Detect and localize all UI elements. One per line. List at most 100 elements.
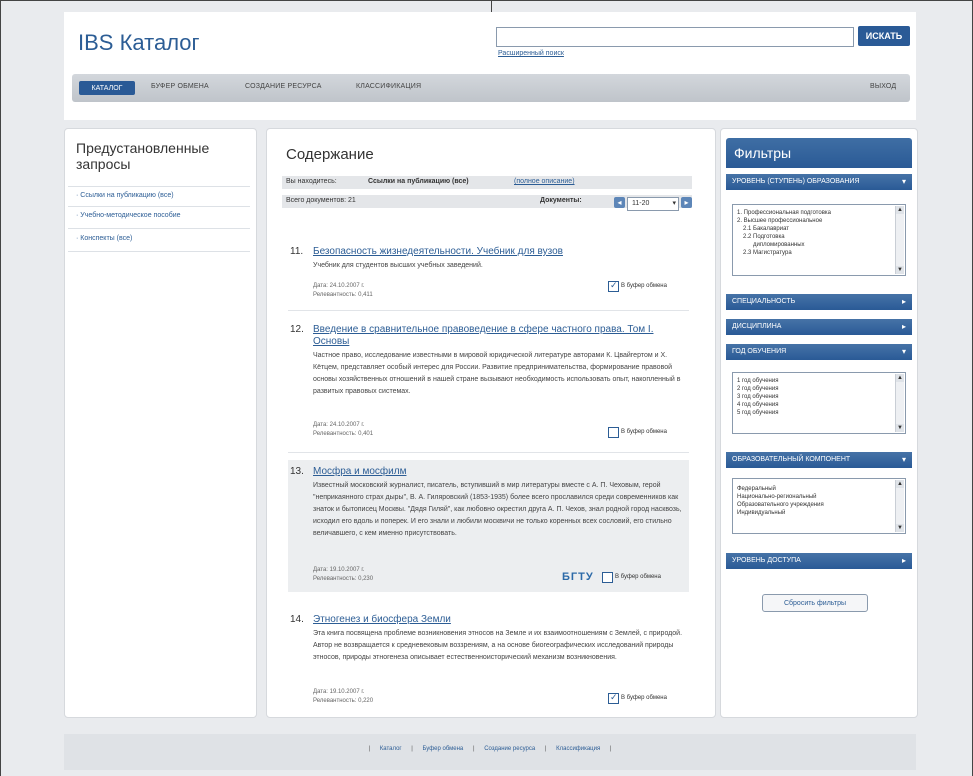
advanced-search-link[interactable]: Расширенный поиск	[498, 50, 564, 57]
facet-education-level[interactable]: УРОВЕНЬ (СТУПЕНЬ) ОБРАЗОВАНИЯ ▾	[726, 174, 912, 190]
item-description: Эта книга посвящена проблеме возникновен…	[313, 630, 683, 661]
clipboard-checkbox[interactable]: ✓	[608, 280, 619, 292]
page-range-select[interactable]: 11-20 ▾	[627, 197, 679, 211]
preset-query-item[interactable]: · Ссылки на публикацию (все)	[76, 192, 174, 199]
item-title-link[interactable]: Безопасность жизнедеятельности. Учебник …	[313, 246, 563, 258]
facet-education-level-list[interactable]: 1. Профессиональная подготовка 2. Высшее…	[732, 204, 906, 276]
scroll-down-icon[interactable]: ▼	[896, 524, 904, 532]
prev-page-button[interactable]: ◂	[614, 197, 625, 208]
item-title-link[interactable]: Этногенез и биосфера Земли	[313, 614, 451, 626]
facet-label: УРОВЕНЬ (СТУПЕНЬ) ОБРАЗОВАНИЯ	[732, 178, 860, 185]
facet-option[interactable]: 2.2 Подготовка	[743, 234, 785, 241]
preset-query-item[interactable]: · Учебно-методическое пособие	[76, 212, 181, 219]
docs-label: Документы:	[540, 197, 582, 204]
search-button[interactable]: ИСКАТЬ	[858, 26, 910, 46]
scrollbar[interactable]: ▲ ▼	[895, 206, 904, 274]
facet-option[interactable]: 2.1 Бакалавриат	[743, 226, 789, 233]
separator: |	[544, 746, 547, 752]
facet-option[interactable]: 2.3 Магистратура	[743, 250, 792, 257]
chevron-right-icon: ▸	[901, 297, 906, 306]
scroll-up-icon[interactable]: ▲	[896, 480, 904, 488]
clipboard-checkbox[interactable]	[608, 427, 619, 438]
reset-filters-button[interactable]: Сбросить фильтры	[762, 594, 868, 612]
chevron-down-icon: ▾	[901, 455, 906, 464]
item-number: 12.	[290, 324, 304, 335]
preset-query-label[interactable]: Ссылки на публикацию (все)	[80, 192, 173, 199]
scroll-up-icon[interactable]: ▲	[896, 206, 904, 214]
footer-link-catalog[interactable]: Каталог	[380, 746, 402, 752]
filter-label: Вы находитесь:	[286, 178, 337, 185]
scrollbar[interactable]: ▲ ▼	[895, 374, 904, 432]
item-relevance: Релевантность: 0,411	[313, 292, 373, 298]
footer-link-create-resource[interactable]: Создание ресурса	[484, 746, 535, 752]
chevron-right-icon: ▸	[901, 322, 906, 331]
facet-study-year-list[interactable]: 1 год обучения 2 год обучения 3 год обуч…	[732, 372, 906, 434]
total-count: Всего документов: 21	[286, 197, 356, 204]
facet-label: УРОВЕНЬ ДОСТУПА	[732, 557, 801, 564]
facet-option[interactable]: Образовательного учреждения	[737, 502, 824, 509]
separator: |	[411, 746, 413, 752]
item-title-link[interactable]: Введение в сравнительное правоведение в …	[313, 324, 673, 348]
preset-query-item[interactable]: · Конспекты (все)	[76, 235, 132, 242]
logout-link[interactable]: ВЫХОД	[870, 83, 896, 90]
facet-option[interactable]: дипломированных	[753, 242, 805, 249]
divider	[68, 186, 250, 187]
search-input[interactable]	[496, 27, 854, 47]
facet-label: ДИСЦИПЛИНА	[732, 323, 782, 330]
footer-link-classification[interactable]: Классификация	[556, 746, 600, 752]
facet-option[interactable]: 5 год обучения	[737, 410, 778, 417]
chevron-right-icon: ▸	[901, 556, 906, 565]
item-description: Частное право, исследование известными в…	[313, 352, 681, 395]
nav-item-classification[interactable]: КЛАССИФИКАЦИЯ	[356, 83, 421, 90]
clipboard-label: В буфер обмена	[615, 574, 661, 580]
nav-item-clipboard[interactable]: БУФЕР ОБМЕНА	[151, 83, 209, 90]
next-page-button[interactable]: ▸	[681, 197, 692, 208]
facet-label: ГОД ОБУЧЕНИЯ	[732, 348, 787, 355]
footer-link-clipboard[interactable]: Буфер обмена	[423, 746, 464, 752]
clipboard-label: В буфер обмена	[621, 429, 667, 435]
facet-option[interactable]: 1 год обучения	[737, 378, 778, 385]
scroll-up-icon[interactable]: ▲	[896, 374, 904, 382]
item-date: Дата: 19.10.2007 г.	[313, 567, 365, 573]
facet-label: ОБРАЗОВАТЕЛЬНЫЙ КОМПОНЕНТ	[732, 456, 851, 463]
item-description: Учебник для студентов высших учебных зав…	[313, 262, 483, 269]
separator: |	[609, 746, 612, 752]
facet-option[interactable]: Федеральный	[737, 486, 776, 493]
facet-option[interactable]: Национально-региональный	[737, 494, 817, 501]
item-relevance: Релевантность: 0,230	[313, 576, 374, 582]
item-number: 14.	[290, 614, 304, 625]
facet-option[interactable]: 2 год обучения	[737, 386, 778, 393]
facet-discipline[interactable]: ДИСЦИПЛИНА ▸	[726, 319, 912, 335]
clipboard-checkbox[interactable]: ✓	[608, 692, 619, 704]
facet-educational-component[interactable]: ОБРАЗОВАТЕЛЬНЫЙ КОМПОНЕНТ ▾	[726, 452, 912, 468]
separator: |	[368, 746, 371, 752]
preset-query-label[interactable]: Конспекты (все)	[80, 235, 132, 242]
check-icon: ✓	[610, 692, 618, 702]
facet-option[interactable]: Индивидуальный	[737, 510, 785, 517]
nav-item-catalog[interactable]: КАТАЛОГ	[79, 81, 135, 95]
preset-queries-title: Предустановленные запросы	[76, 140, 210, 172]
facet-option[interactable]: 4 год обучения	[737, 402, 778, 409]
nav-item-create-resource[interactable]: СОЗДАНИЕ РЕСУРСА	[245, 83, 322, 90]
preset-query-label[interactable]: Учебно-методическое пособие	[80, 212, 180, 219]
facet-option[interactable]: 1. Профессиональная подготовка	[737, 210, 831, 217]
item-title-link[interactable]: Мосфра и мосфилм	[313, 466, 406, 478]
facet-study-year[interactable]: ГОД ОБУЧЕНИЯ ▾	[726, 344, 912, 360]
divider	[68, 206, 250, 207]
facet-access-level[interactable]: УРОВЕНЬ ДОСТУПА ▸	[726, 553, 912, 569]
item-number: 13.	[290, 466, 304, 477]
scroll-down-icon[interactable]: ▼	[896, 266, 904, 274]
facet-option[interactable]: 2. Высшее профессиональное	[737, 218, 822, 225]
filter-value: Ссылки на публикацию (все)	[368, 178, 469, 185]
filter-details-link[interactable]: (полное описание)	[514, 178, 575, 185]
facet-educational-component-list[interactable]: Федеральный Национально-региональный Обр…	[732, 478, 906, 534]
clipboard-checkbox[interactable]	[602, 572, 613, 583]
logo[interactable]: IBS Каталог	[78, 30, 200, 56]
facet-specialty[interactable]: СПЕЦИАЛЬНОСТЬ ▸	[726, 294, 912, 310]
facet-option[interactable]: 3 год обучения	[737, 394, 778, 401]
scrollbar[interactable]: ▲ ▼	[895, 480, 904, 532]
clipboard-label: В буфер обмена	[621, 283, 667, 289]
scroll-down-icon[interactable]: ▼	[896, 424, 904, 432]
item-number: 11.	[290, 246, 304, 257]
publisher-badge: БГТУ	[562, 571, 594, 583]
